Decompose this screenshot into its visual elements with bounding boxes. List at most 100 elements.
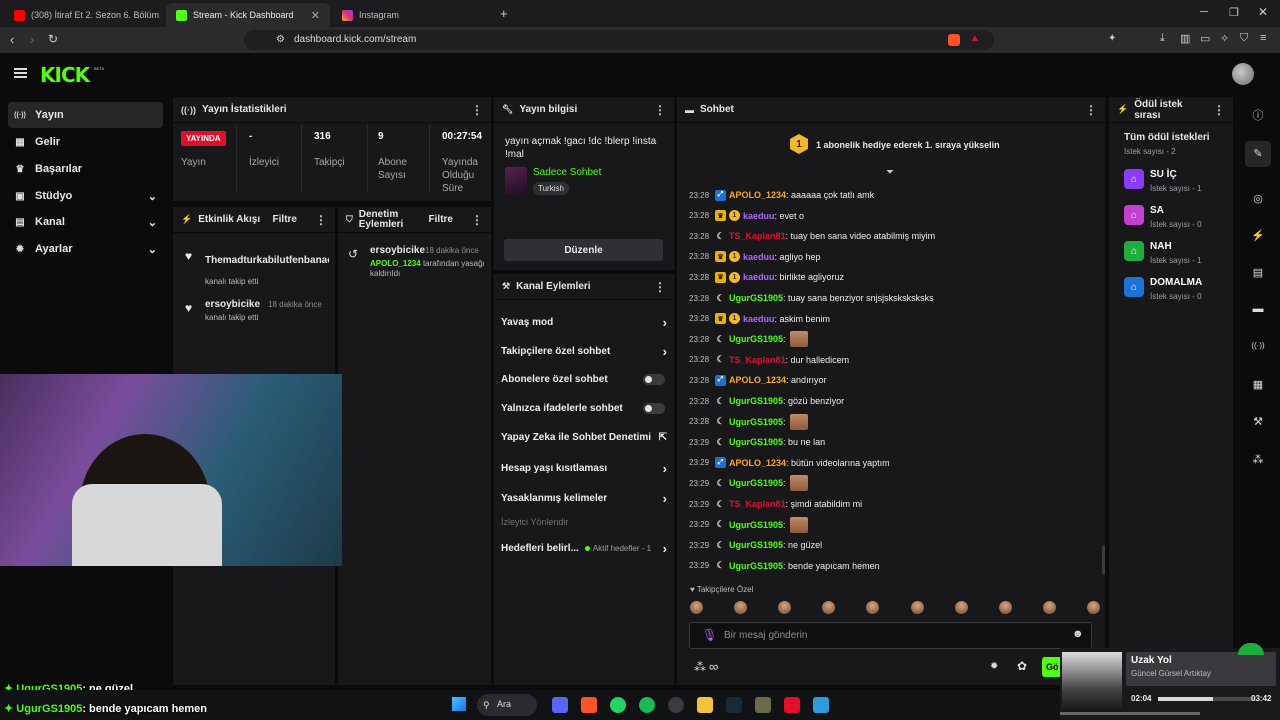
broadcast-icon[interactable]: ((·)) xyxy=(1250,341,1266,357)
reward-item[interactable]: ⌂ SA İstek sayısı - 0 xyxy=(1124,205,1202,229)
vpn-icon[interactable]: ⛉ xyxy=(1240,32,1248,45)
quick-emote[interactable] xyxy=(690,601,703,614)
reload-icon[interactable]: ↻ xyxy=(48,32,58,46)
chat-icon[interactable]: ▬ xyxy=(1250,303,1266,319)
channel-action-goals[interactable]: Hedefleri belirl... Aktif hedefler - 1 › xyxy=(501,541,667,556)
avatar[interactable] xyxy=(1232,63,1254,85)
chat-username[interactable]: APOLO_1234 xyxy=(729,190,786,200)
photos-icon[interactable] xyxy=(813,697,829,713)
chat-username[interactable]: kaeduu xyxy=(743,211,775,221)
activity-user[interactable]: ersoybicike xyxy=(205,299,260,310)
chat-username[interactable]: kaeduu xyxy=(743,272,775,282)
steam-icon[interactable] xyxy=(726,697,742,713)
quick-emote[interactable] xyxy=(778,601,792,614)
sidebar-item-studyo[interactable]: ▣ Stüdyo ⌄ xyxy=(8,183,163,209)
quick-emote[interactable] xyxy=(822,601,836,614)
maximize-icon[interactable]: ❐ xyxy=(1229,6,1239,19)
user-group-icon[interactable]: ⁂ xyxy=(694,660,706,674)
filter-button[interactable]: Filtre xyxy=(273,214,297,225)
app-icon[interactable] xyxy=(755,697,771,713)
tab-instagram[interactable]: Instagram xyxy=(332,3,496,27)
filter-button[interactable]: Filtre xyxy=(429,214,453,225)
chat-username[interactable]: APOLO_1234 xyxy=(729,458,786,468)
info-icon[interactable]: ⓘ xyxy=(1250,107,1266,123)
moderation-actor[interactable]: APOLO_1234 xyxy=(370,259,421,268)
media-progress-track[interactable] xyxy=(1158,697,1256,701)
more-options-icon[interactable]: ⋮ xyxy=(315,213,327,227)
windows-start-icon[interactable] xyxy=(452,697,466,711)
brave-shield-icon[interactable] xyxy=(948,34,960,46)
all-rewards-link[interactable]: Tüm ödül istekleri xyxy=(1124,132,1210,143)
sidebar-toggle-icon[interactable]: ▥ xyxy=(1180,32,1190,45)
quick-emote[interactable] xyxy=(954,601,968,614)
close-tab-icon[interactable]: ✕ xyxy=(311,9,320,22)
channel-action-banned-words[interactable]: Yasaklanmış kelimeler › xyxy=(501,491,667,506)
back-icon[interactable]: ‹ xyxy=(10,32,14,47)
window-close-icon[interactable]: ✕ xyxy=(1258,5,1268,19)
wrench-icon[interactable]: ⚒ xyxy=(1250,415,1266,431)
channel-action-account-age[interactable]: Hesap yaşı kısıtlaması › xyxy=(501,461,667,476)
gift-banner-text[interactable]: 1 abonelik hediye ederek 1. sıraya yükse… xyxy=(816,140,1000,150)
emotes-only-toggle[interactable] xyxy=(643,403,665,414)
valorant-icon[interactable] xyxy=(784,697,800,713)
tab-youtube[interactable]: (308) İtiraf Et 2. Sezon 6. Bölüm - Ma xyxy=(4,3,162,27)
bolt-icon[interactable]: ⚡ xyxy=(1250,229,1266,245)
moderation-user[interactable]: ersoybicike xyxy=(370,245,425,256)
sidebar-item-ayarlar[interactable]: ✹ Ayarlar ⌄ xyxy=(8,236,163,262)
layout-icon[interactable]: ▦ xyxy=(1250,378,1266,394)
discord-icon[interactable] xyxy=(552,697,568,713)
chat-username[interactable]: UgurGS1905 xyxy=(729,478,783,488)
chat-username[interactable]: kaeduu xyxy=(743,314,775,324)
reward-item[interactable]: ⌂ NAH İstek sayısı - 1 xyxy=(1124,241,1202,265)
quick-emote[interactable] xyxy=(866,601,880,614)
channel-action-ai-moderation[interactable]: Yapay Zeka ile Sohbet Denetimi ⇱ xyxy=(501,432,667,443)
download-icon[interactable]: ⤓ xyxy=(1160,32,1165,45)
camera-icon[interactable]: ◎ xyxy=(1250,192,1266,208)
more-options-icon[interactable]: ⋮ xyxy=(471,103,483,117)
menu-icon[interactable]: ≡ xyxy=(1260,32,1266,44)
minimize-icon[interactable]: ─ xyxy=(1200,6,1208,18)
channel-action-followers-only[interactable]: Takipçilere özel sohbet › xyxy=(501,344,667,359)
sidebar-item-basarilar[interactable]: ♛ Başarılar xyxy=(8,156,163,182)
chat-username[interactable]: UgurGS1905 xyxy=(729,396,783,406)
chat-username[interactable]: TS_Kaplan81 xyxy=(729,231,786,241)
chat-username[interactable]: UgurGS1905 xyxy=(729,520,783,530)
chat-username[interactable]: UgurGS1905 xyxy=(729,334,783,344)
hamburger-menu-icon[interactable] xyxy=(14,68,27,78)
subscribers-only-toggle[interactable] xyxy=(643,374,665,385)
quick-emote[interactable] xyxy=(1086,601,1100,614)
more-options-icon[interactable]: ⋮ xyxy=(654,103,666,117)
chat-username[interactable]: UgurGS1905 xyxy=(729,293,783,303)
emote-image[interactable] xyxy=(790,413,809,430)
whatsapp-icon[interactable] xyxy=(610,697,626,713)
reward-item[interactable]: ⌂ DOMALMA İstek sayısı - 0 xyxy=(1124,277,1202,301)
folder-icon[interactable] xyxy=(697,697,713,713)
activity-user[interactable]: Themadturkabilutfenbanacevapver xyxy=(205,255,329,266)
new-tab-button[interactable]: + xyxy=(500,6,508,21)
quick-emote[interactable] xyxy=(1042,601,1056,614)
emoji-icon[interactable]: ☻ xyxy=(1072,628,1084,640)
edit-icon[interactable]: ✎ xyxy=(1245,141,1271,167)
chat-username[interactable]: kaeduu xyxy=(743,252,775,262)
chat-username[interactable]: UgurGS1905 xyxy=(729,417,783,427)
chat-scrollbar[interactable] xyxy=(1102,545,1105,575)
rewards-icon[interactable]: ▲ xyxy=(970,33,980,44)
chat-username[interactable]: TS_Kaplan81 xyxy=(729,355,786,365)
chat-username[interactable]: TS_Kaplan81 xyxy=(729,499,786,509)
steam-alt-icon[interactable] xyxy=(668,697,684,713)
more-options-icon[interactable]: ⋮ xyxy=(1213,103,1225,117)
more-options-icon[interactable]: ⋮ xyxy=(1085,103,1097,117)
sidebar-item-yayin[interactable]: ((·)) Yayın xyxy=(8,102,163,128)
emote-image[interactable] xyxy=(790,475,809,492)
quick-emote[interactable] xyxy=(910,601,924,614)
site-info-icon[interactable]: ⚙ xyxy=(276,34,285,45)
kick-logo[interactable]: KICK xyxy=(40,63,90,87)
more-options-icon[interactable]: ⋮ xyxy=(654,280,666,294)
spotify-icon[interactable] xyxy=(639,697,655,713)
sidebar-item-gelir[interactable]: ▦ Gelir xyxy=(8,129,163,155)
tab-kick-dashboard[interactable]: Stream - Kick Dashboard ✕ xyxy=(166,3,330,27)
emote-image[interactable] xyxy=(790,331,809,348)
url-field[interactable]: dashboard.kick.com/stream xyxy=(244,30,994,50)
brave-icon[interactable] xyxy=(581,697,597,713)
users-icon[interactable]: ⁂ xyxy=(1250,453,1266,469)
